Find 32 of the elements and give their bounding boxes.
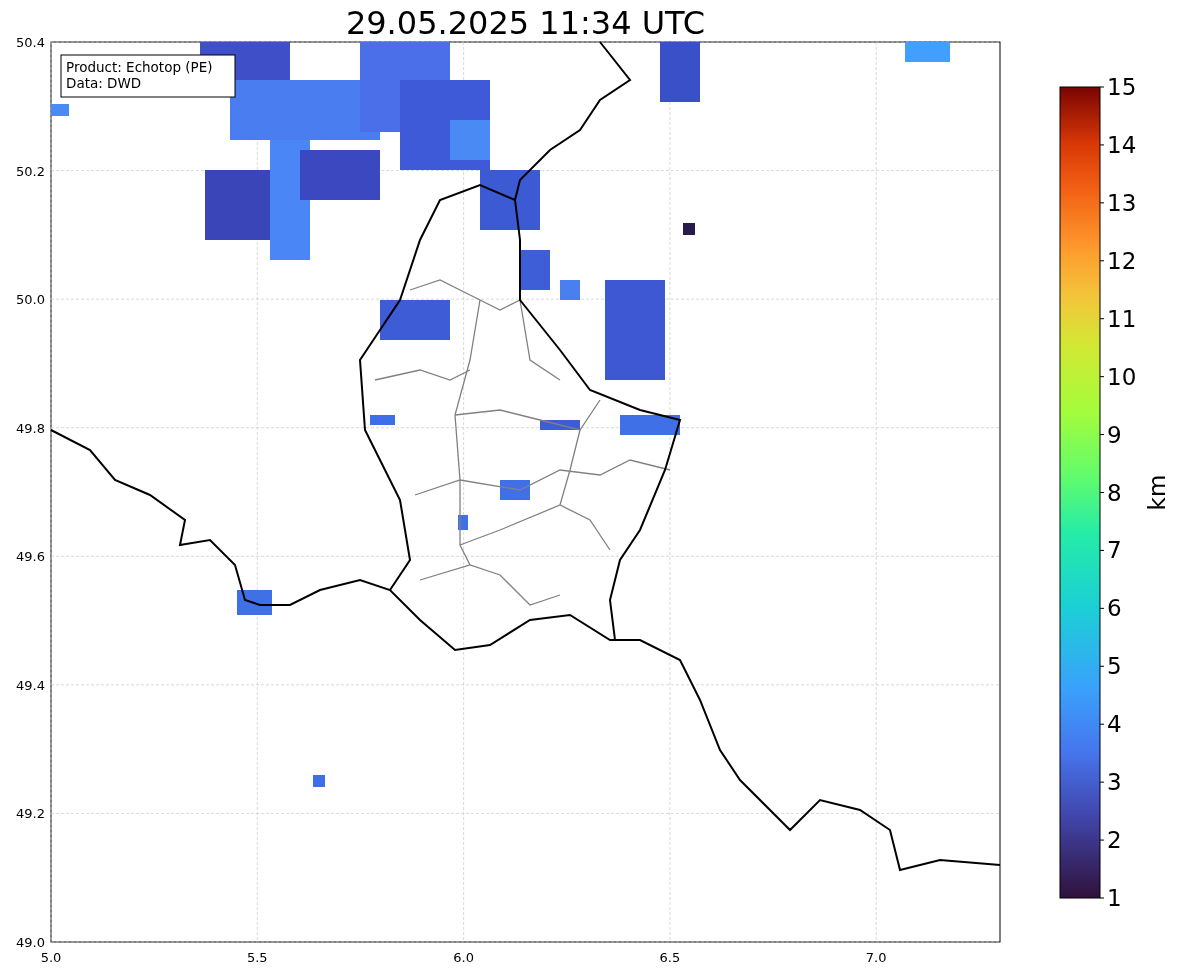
info-text: Data: DWD (66, 75, 142, 91)
x-tick-label: 7.0 (865, 950, 887, 965)
colorbar-tick-label: 12 (1107, 247, 1137, 274)
x-tick-label: 6.5 (659, 950, 681, 965)
colorbar-tick-label: 7 (1107, 537, 1122, 564)
colorbar-tick-label: 2 (1107, 827, 1122, 854)
y-tick-label: 49.2 (16, 806, 45, 822)
colorbar-tick-label: 11 (1107, 305, 1137, 332)
y-tick-label: 49.4 (16, 677, 45, 693)
colorbar-tick-label: 1 (1107, 885, 1122, 911)
y-tick-label: 49.6 (16, 549, 45, 565)
y-tick-label: 49.0 (16, 935, 45, 950)
x-tick-label: 5.0 (40, 950, 62, 965)
colorbar-tick-label: 3 (1107, 769, 1122, 796)
x-tick-label: 5.5 (246, 950, 268, 965)
colorbar-tick-label: 9 (1107, 421, 1122, 448)
colorbar-tick-label: 13 (1107, 189, 1137, 216)
x-tick-label: 6.0 (453, 950, 474, 965)
colorbar-tick-label: 10 (1107, 363, 1137, 390)
colorbar-tick-label: 8 (1107, 479, 1122, 506)
colorbar-tick-label: 6 (1107, 595, 1122, 622)
y-tick-label: 50.2 (16, 163, 45, 179)
y-tick-label: 50.0 (16, 292, 45, 308)
info-text: Product: Echotop (PE) (66, 59, 213, 75)
colorbar-tick-label: 14 (1107, 131, 1137, 158)
map-title: 29.05.2025 11:34 UTC (345, 4, 706, 42)
y-tick-label: 50.4 (16, 35, 45, 50)
colorbar-tick-label: 5 (1107, 653, 1122, 680)
y-tick-label: 49.8 (16, 420, 45, 436)
colorbar-label: km (1144, 474, 1170, 511)
colorbar-tick-label: 4 (1107, 711, 1122, 738)
colorbar-tick-label: 15 (1107, 74, 1137, 100)
